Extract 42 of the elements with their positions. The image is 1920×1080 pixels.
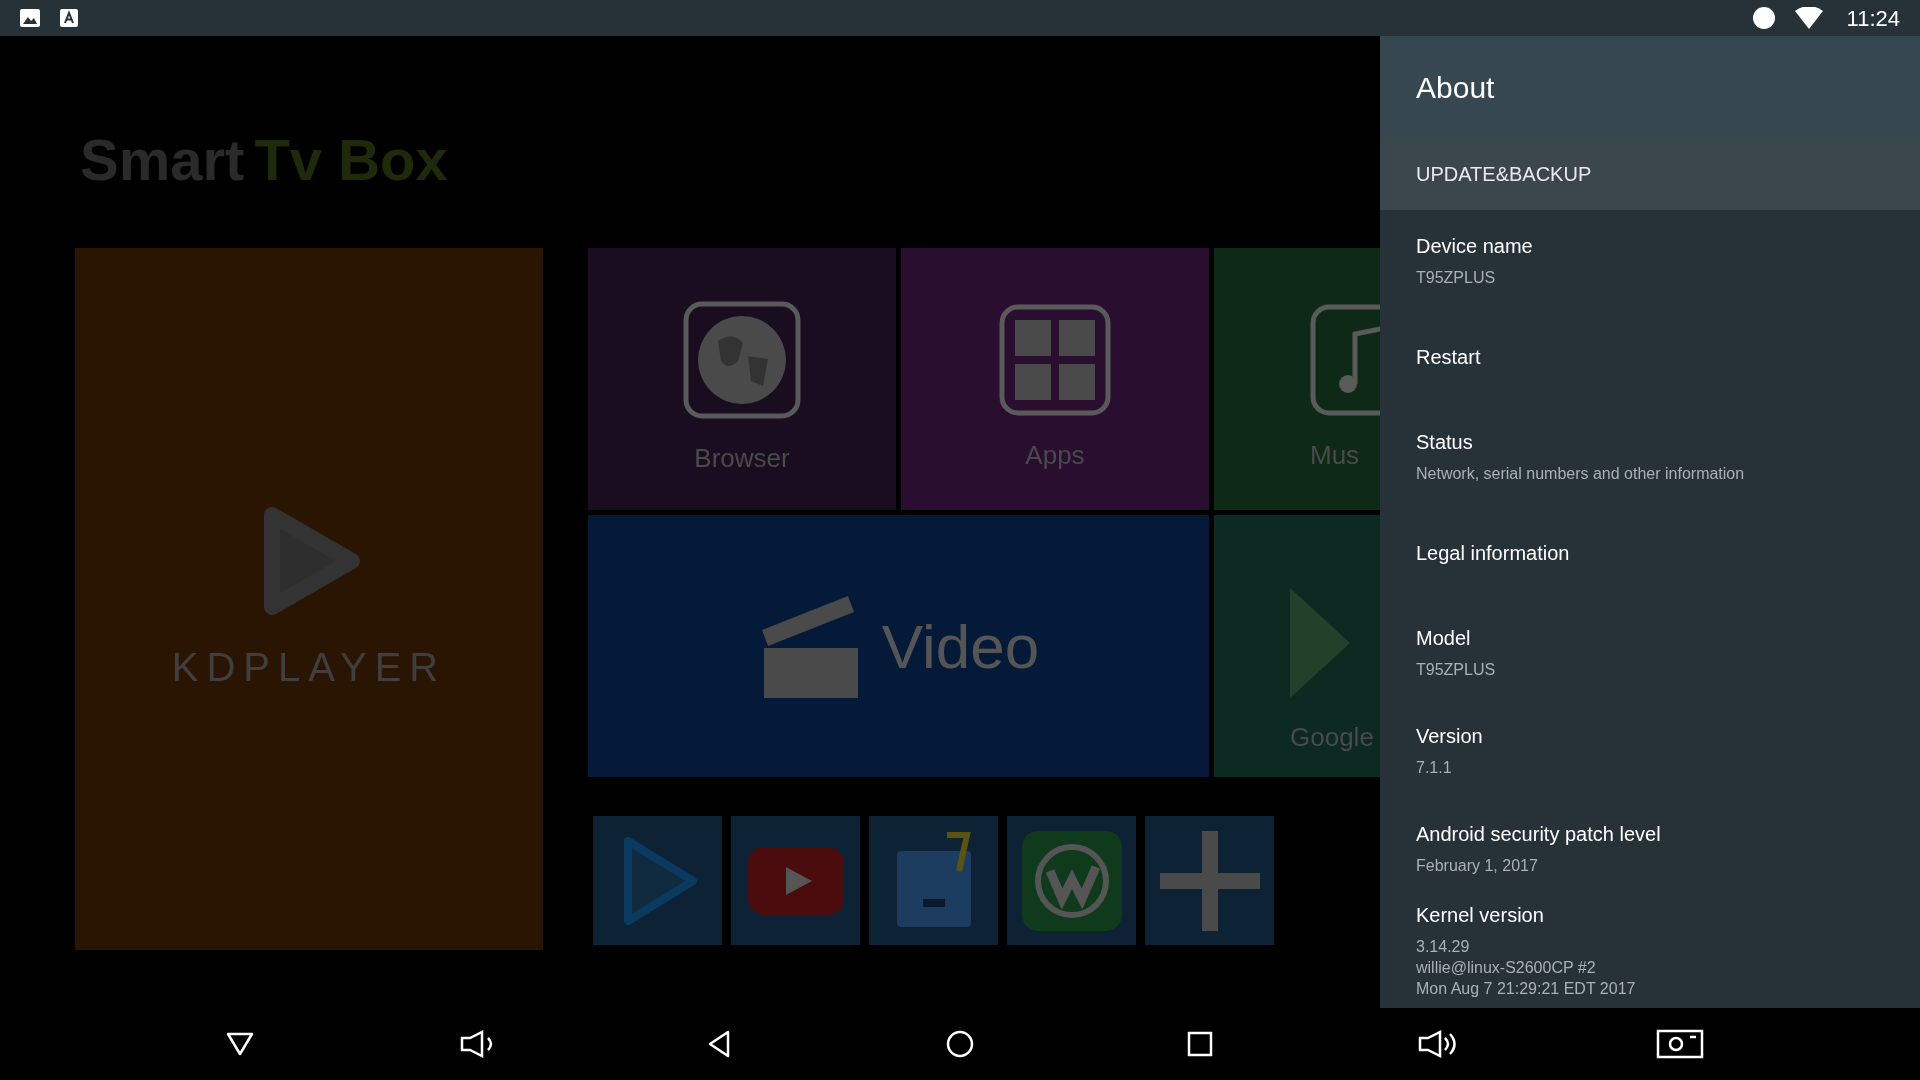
circle-icon bbox=[1752, 7, 1775, 29]
video-play-icon bbox=[747, 846, 844, 915]
item-title: Version bbox=[1416, 723, 1484, 749]
settings-item[interactable]: Status Network, serial numbers and other information bbox=[1380, 406, 1920, 504]
w-logo-icon bbox=[1021, 830, 1122, 931]
tile-label: Mus bbox=[1310, 438, 1360, 472]
item-summary: 3.14.29 bbox=[1416, 937, 1471, 957]
settings-item[interactable]: Model T95ZPLUS bbox=[1380, 602, 1920, 700]
settings-section-header[interactable]: UPDATE&BACKUP bbox=[1380, 138, 1920, 210]
item-summary: 7.1.1 bbox=[1416, 757, 1453, 778]
settings-item[interactable]: Kernel version 3.14.29 willie@linux-S2600CP #2 Mon Aug 7 21:29:21 EDT 2017 bbox=[1380, 896, 1920, 1003]
item-title: Legal information bbox=[1416, 541, 1571, 566]
panel-title: About bbox=[1416, 69, 1495, 106]
item-summary: Network, serial numbers and other information bbox=[1416, 463, 1746, 484]
item-summary: T95ZPLUS bbox=[1416, 659, 1497, 680]
font-icon bbox=[60, 9, 78, 27]
settings-item[interactable]: Restart bbox=[1380, 308, 1920, 406]
item-title: Android security patch level bbox=[1416, 821, 1662, 847]
grid-icon bbox=[999, 303, 1111, 416]
image-icon bbox=[20, 9, 40, 27]
item-summary: Mon Aug 7 21:29:21 EDT 2017 bbox=[1416, 979, 1637, 999]
item-summary: willie@linux-S2600CP #2 bbox=[1416, 958, 1597, 978]
feature-tile-label: KDPLAYER bbox=[171, 644, 447, 691]
item-title: Status bbox=[1416, 429, 1474, 455]
settings-item[interactable]: Legal information bbox=[1380, 504, 1920, 602]
item-summary: February 1, 2017 bbox=[1416, 855, 1539, 876]
settings-item[interactable]: Android security patch level February 1, 2017 bbox=[1380, 798, 1920, 896]
tile-label: Video bbox=[881, 610, 1040, 683]
tile-label: Google bbox=[1290, 721, 1374, 754]
item-title: Model bbox=[1416, 625, 1472, 651]
item-title: Kernel version bbox=[1416, 903, 1545, 928]
tile-label: Apps bbox=[1025, 438, 1085, 472]
item-title: Device name bbox=[1416, 233, 1534, 259]
settings-item[interactable]: Version 7.1.1 bbox=[1380, 700, 1920, 798]
item-summary: T95ZPLUS bbox=[1416, 267, 1497, 288]
globe-icon bbox=[683, 300, 801, 419]
item-title: Restart bbox=[1416, 345, 1482, 370]
clock-time: 11:24 bbox=[1846, 4, 1900, 33]
settings-item[interactable]: Device name T95ZPLUS bbox=[1380, 210, 1920, 308]
tile-label: Browser bbox=[694, 441, 790, 475]
plus-icon bbox=[1159, 830, 1260, 931]
wifi-icon bbox=[1794, 7, 1823, 29]
